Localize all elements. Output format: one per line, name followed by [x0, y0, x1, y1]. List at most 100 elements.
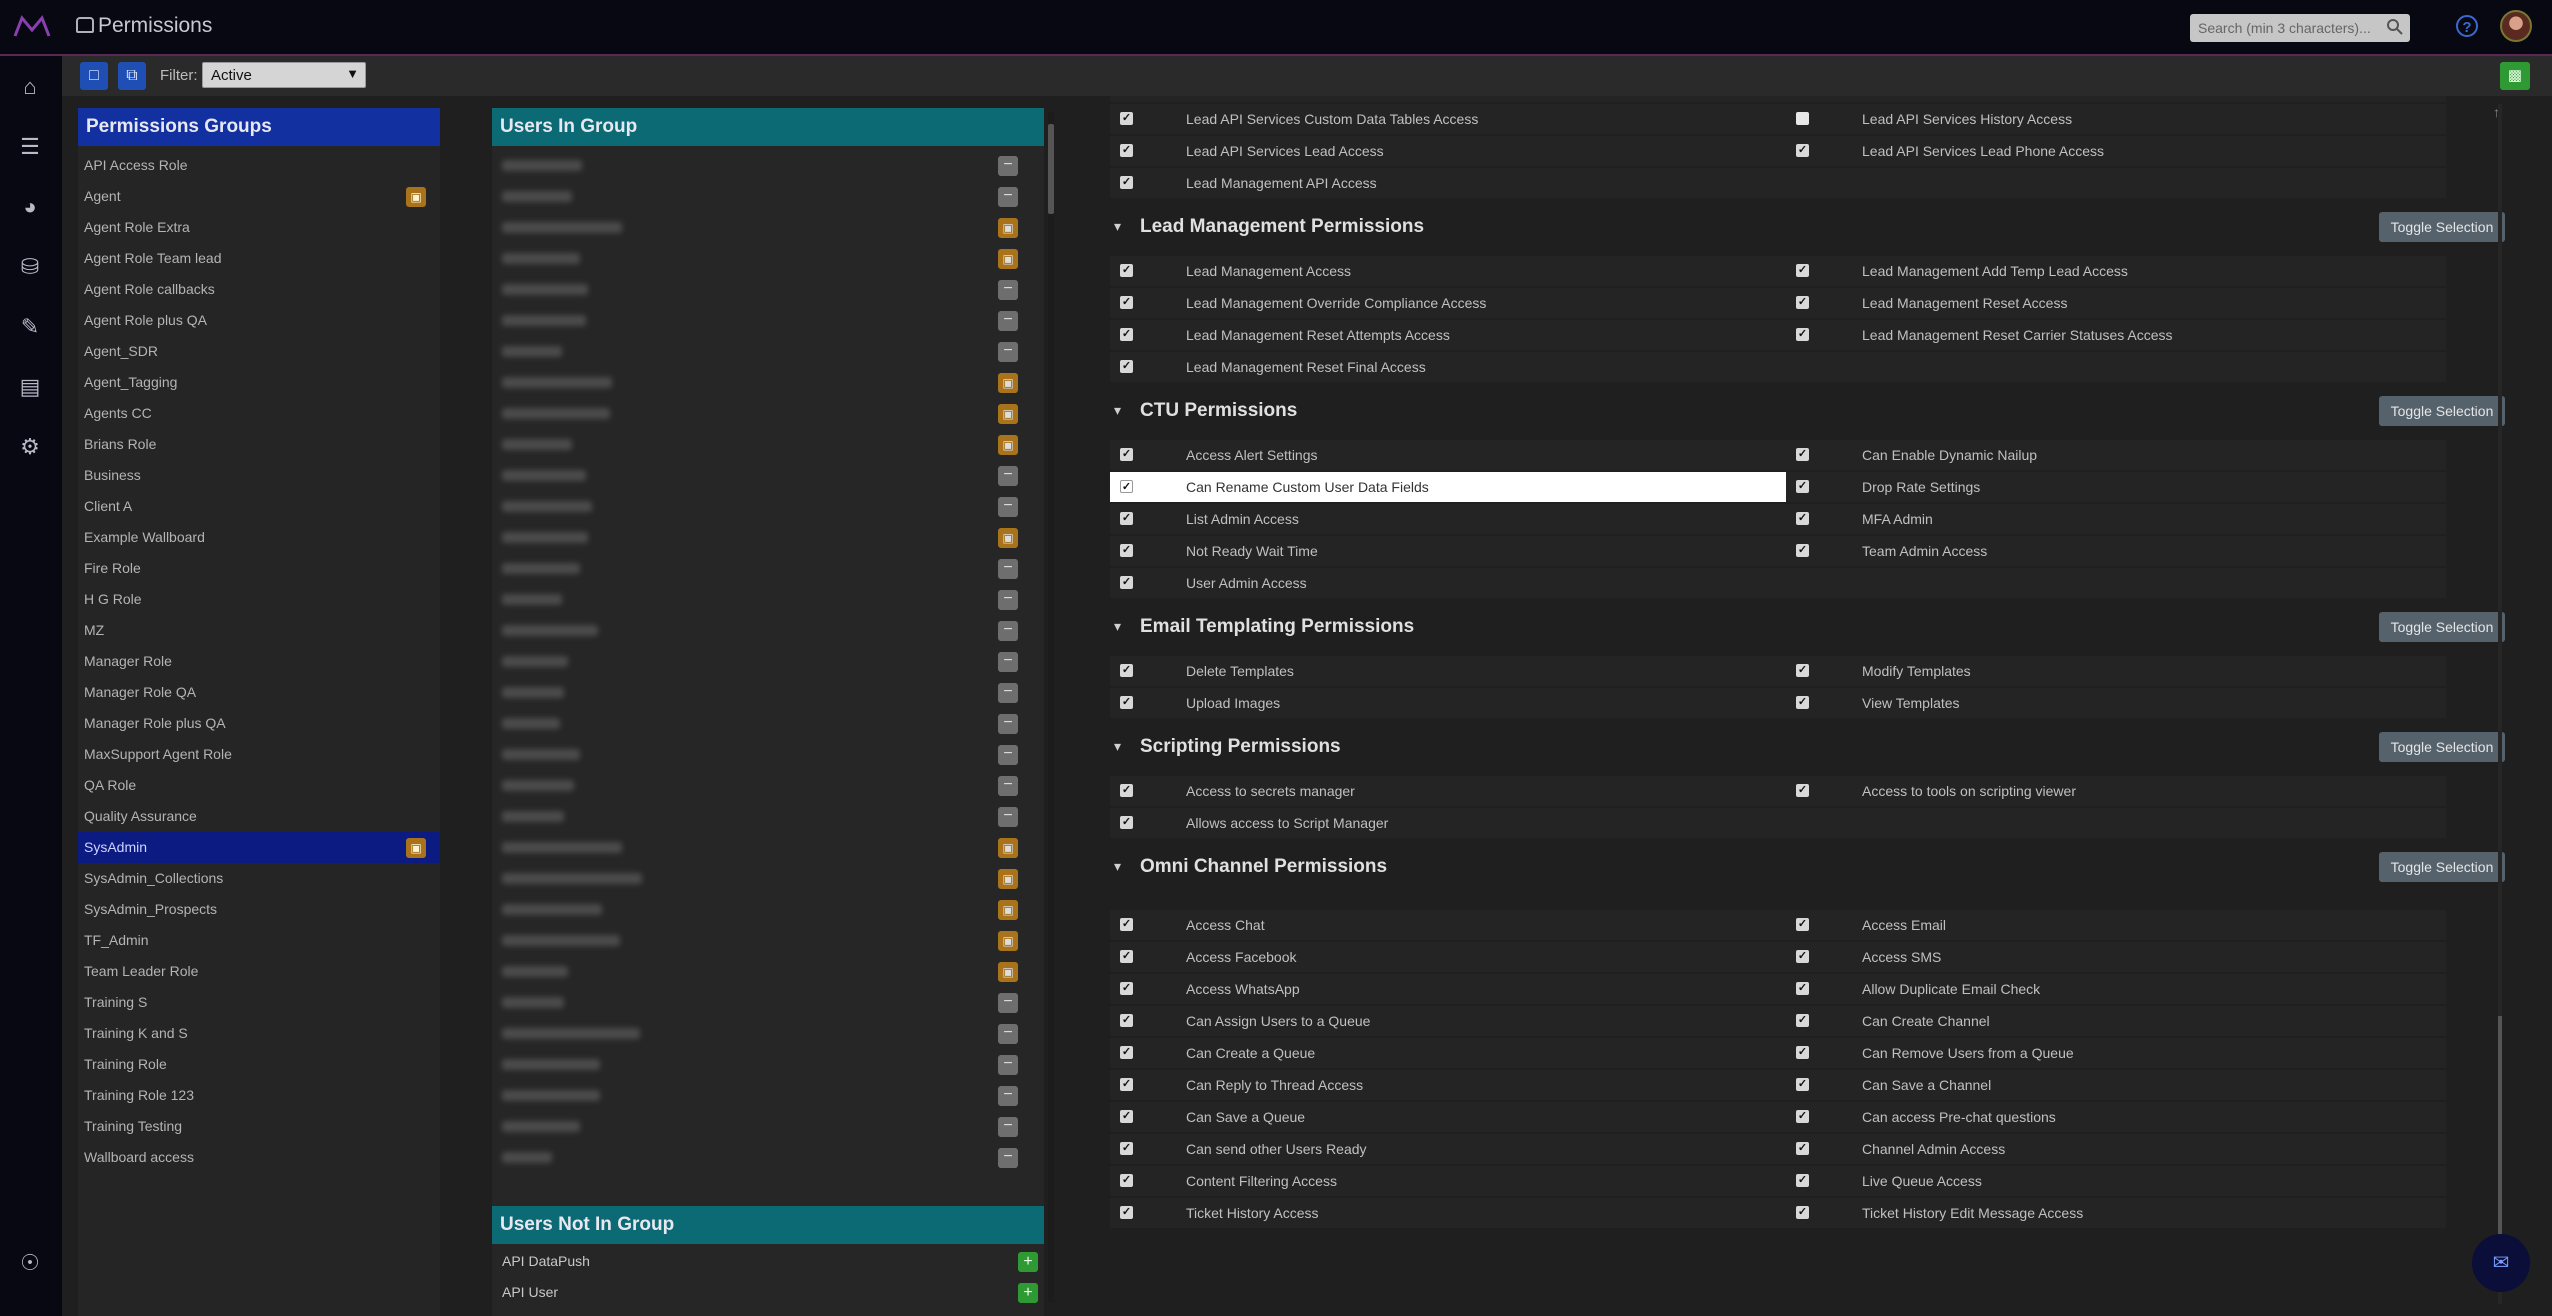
remove-user-button[interactable]: −	[998, 683, 1018, 703]
permission-checkbox[interactable]: ✓	[1796, 544, 1809, 557]
permission-row[interactable]: ✓ Access Chat	[1110, 910, 1786, 940]
chevron-down-icon[interactable]: ▾	[1114, 858, 1121, 875]
section-header[interactable]: ▾ Omni Channel Permissions Toggle Selectio…	[1110, 844, 2505, 892]
permission-row[interactable]: ✓ Can Enable Dynamic Nailup	[1786, 440, 2446, 470]
permission-row[interactable]: ✓ Content Filtering Access	[1110, 1166, 1786, 1196]
chevron-down-icon[interactable]: ▾	[1114, 618, 1121, 635]
group-item[interactable]: Agent Role callbacks	[78, 274, 440, 305]
toggle-selection-button[interactable]: Toggle Selection	[2379, 732, 2505, 762]
remove-user-button[interactable]: −	[998, 342, 1018, 362]
group-item[interactable]: MaxSupport Agent Role	[78, 739, 440, 770]
permission-row[interactable]: ✓ Modify Templates	[1786, 656, 2446, 686]
group-item[interactable]: Fire Role	[78, 553, 440, 584]
group-item[interactable]: Training Testing	[78, 1111, 440, 1142]
group-item[interactable]: Client A	[78, 491, 440, 522]
permission-checkbox[interactable]: ✓	[1796, 1174, 1809, 1187]
brand-logo[interactable]	[12, 12, 52, 42]
group-item[interactable]: Training S	[78, 987, 440, 1018]
permission-row[interactable]: ✓ Can Save a Queue	[1110, 1102, 1786, 1132]
permission-checkbox[interactable]: ✓	[1120, 918, 1133, 931]
group-item[interactable]: Manager Role plus QA	[78, 708, 440, 739]
permission-row[interactable]: ✓ Can Create Channel	[1786, 1006, 2446, 1036]
sliders-icon[interactable]: ☰	[17, 136, 43, 158]
permission-checkbox[interactable]: ✓	[1796, 264, 1809, 277]
add-user-button[interactable]: +	[1018, 1252, 1038, 1272]
permission-checkbox[interactable]: ✓	[1120, 784, 1133, 797]
permission-row[interactable]: Lead API Services History Access	[1786, 104, 2446, 134]
permission-row[interactable]: ✓ Can Save a Channel	[1786, 1070, 2446, 1100]
group-item[interactable]: Business	[78, 460, 440, 491]
permission-checkbox[interactable]: ✓	[1796, 1078, 1809, 1091]
permission-checkbox[interactable]: ✓	[1120, 1046, 1133, 1059]
permission-row[interactable]: ✓ Can Reply to Thread Access	[1110, 1070, 1786, 1100]
toggle-selection-button[interactable]: Toggle Selection	[2379, 396, 2505, 426]
permission-row[interactable]: ✓ Access to secrets manager	[1110, 776, 1786, 806]
permission-checkbox[interactable]: ✓	[1120, 176, 1133, 189]
search-input[interactable]: Search (min 3 characters)...	[2190, 14, 2410, 42]
permission-checkbox[interactable]: ✓	[1796, 950, 1809, 963]
permission-row[interactable]: ✓ Upload Images	[1110, 688, 1786, 718]
permission-checkbox[interactable]: ✓	[1796, 784, 1809, 797]
permission-checkbox[interactable]: ✓	[1120, 544, 1133, 557]
group-item[interactable]: Brians Role	[78, 429, 440, 460]
group-item[interactable]: H G Role	[78, 584, 440, 615]
permission-row[interactable]: ✓ Lead Management Reset Attempts Access	[1110, 320, 1786, 350]
permission-checkbox[interactable]: ✓	[1120, 1078, 1133, 1091]
permission-checkbox[interactable]: ✓	[1796, 982, 1809, 995]
group-item[interactable]: SysAdmin ▣	[78, 832, 440, 863]
permission-checkbox[interactable]: ✓	[1796, 144, 1809, 157]
users-scrollbar-thumb[interactable]	[1048, 124, 1054, 214]
permission-row[interactable]: ✓Can update a Generic Data Service	[1786, 96, 2446, 102]
help-icon[interactable]: ?	[2456, 15, 2478, 37]
permission-checkbox[interactable]	[1796, 112, 1809, 125]
users-scrollbar[interactable]	[1048, 112, 1054, 1302]
permission-row[interactable]: ✓ Lead Management API Access	[1110, 168, 1786, 198]
search-icon[interactable]	[2386, 18, 2404, 36]
permission-checkbox[interactable]: ✓	[1796, 918, 1809, 931]
section-header[interactable]: ▾ Email Templating Permissions Toggle Sele…	[1110, 604, 2505, 652]
support-icon[interactable]: ☉	[17, 1252, 43, 1274]
group-item[interactable]: Agent_Tagging	[78, 367, 440, 398]
permission-checkbox[interactable]: ✓	[1120, 328, 1133, 341]
permission-row[interactable]: ✓ List Admin Access	[1110, 504, 1786, 534]
permission-checkbox[interactable]: ✓	[1120, 480, 1133, 493]
group-item[interactable]: Agent ▣	[78, 181, 440, 212]
group-item[interactable]: Quality Assurance	[78, 801, 440, 832]
remove-user-button[interactable]: −	[998, 1024, 1018, 1044]
remove-user-button[interactable]: −	[998, 745, 1018, 765]
group-item[interactable]: MZ	[78, 615, 440, 646]
permission-row[interactable]: ✓ User Admin Access	[1110, 568, 1786, 598]
permission-checkbox[interactable]: ✓	[1120, 816, 1133, 829]
group-item[interactable]: Agents CC	[78, 398, 440, 429]
remove-user-button[interactable]: −	[998, 652, 1018, 672]
speedometer-icon[interactable]: ◕	[17, 196, 43, 218]
group-item[interactable]: Team Leader Role	[78, 956, 440, 987]
permission-row[interactable]: ✓ Can Remove Users from a Queue	[1786, 1038, 2446, 1068]
remove-user-button[interactable]: −	[998, 776, 1018, 796]
permission-row[interactable]: ✓ Live Queue Access	[1786, 1166, 2446, 1196]
group-item[interactable]: Agent Role Team lead	[78, 243, 440, 274]
save-button[interactable]: ▩	[2500, 62, 2530, 90]
permission-row[interactable]: ✓ Team Admin Access	[1786, 536, 2446, 566]
permission-row[interactable]: ✓ Ticket History Edit Message Access	[1786, 1198, 2446, 1228]
chevron-down-icon[interactable]: ▾	[1114, 738, 1121, 755]
permission-checkbox[interactable]: ✓	[1120, 1014, 1133, 1027]
group-item[interactable]: Agent Role Extra	[78, 212, 440, 243]
permission-row[interactable]: ✓ Lead Management Reset Access	[1786, 288, 2446, 318]
new-document-button[interactable]: □	[80, 62, 108, 90]
permission-row[interactable]: ✓ Access Alert Settings	[1110, 440, 1786, 470]
remove-user-button[interactable]: −	[998, 1086, 1018, 1106]
permission-row[interactable]: ✓Can delete a Generic Data Service	[1110, 96, 1786, 102]
section-header[interactable]: ▾ Scripting Permissions Toggle Selection	[1110, 724, 2505, 772]
group-item[interactable]: Example Wallboard	[78, 522, 440, 553]
chevron-down-icon[interactable]: ▾	[1114, 402, 1121, 419]
permission-row[interactable]: ✓ Not Ready Wait Time	[1110, 536, 1786, 566]
permission-row[interactable]: ✓ Can Create a Queue	[1110, 1038, 1786, 1068]
permission-row[interactable]: ✓ Lead Management Reset Carrier Statuses …	[1786, 320, 2446, 350]
permission-checkbox[interactable]: ✓	[1120, 448, 1133, 461]
remove-user-button[interactable]: −	[998, 156, 1018, 176]
permission-checkbox[interactable]: ✓	[1796, 696, 1809, 709]
document-icon[interactable]: ▤	[17, 376, 43, 398]
permission-row[interactable]: ✓ Access Facebook	[1110, 942, 1786, 972]
permission-checkbox[interactable]: ✓	[1120, 1142, 1133, 1155]
